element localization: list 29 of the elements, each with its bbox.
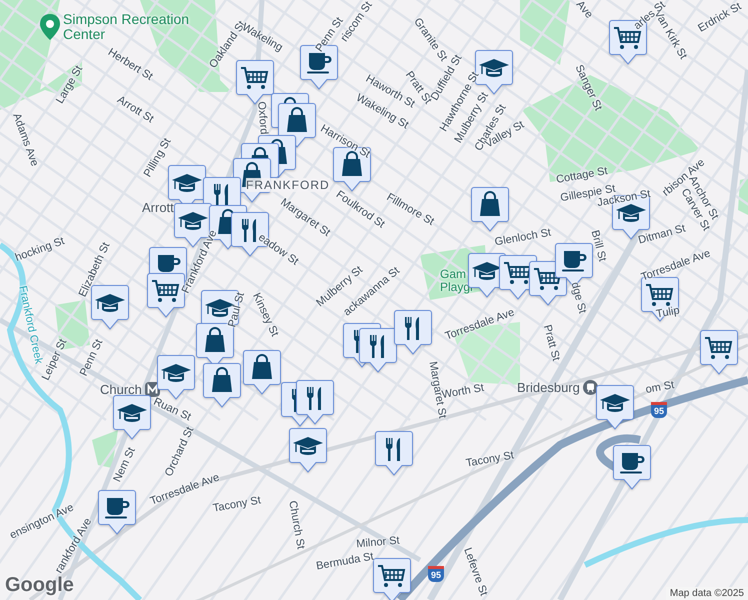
street-label: Penn St <box>78 338 106 378</box>
place-label: Bridesburg <box>517 380 580 395</box>
place-label: Arrott <box>142 200 174 215</box>
street-label: Lefevre St <box>461 546 489 598</box>
street-label: Adams Ave <box>10 112 40 168</box>
street-label: Tacony St <box>465 450 515 470</box>
street-label: Tacony St <box>212 495 262 515</box>
street-label: Ditman St <box>637 223 687 247</box>
street-label: Ruan St <box>152 396 192 424</box>
street-label: Paul St <box>227 291 247 329</box>
street-label: Milnor St <box>356 536 400 550</box>
highway-shield: 95 <box>651 402 667 418</box>
street-label: Ave <box>574 0 594 21</box>
street-label: Glenloch St <box>494 228 552 248</box>
google-logo: Google <box>5 574 74 597</box>
place-label: Church <box>100 382 142 397</box>
highway-shield: 95 <box>428 566 444 582</box>
street-label: dge St <box>568 281 588 315</box>
street-label: om St <box>644 380 676 396</box>
street-label: Church St <box>286 500 306 550</box>
street-label: Tulip <box>656 306 680 320</box>
street-label: Nem St <box>112 446 138 484</box>
street-label: hocking St <box>14 236 66 264</box>
street-label: Bermuda St <box>315 552 375 572</box>
street-label: Pratt St <box>540 324 562 362</box>
street-label: Brill St <box>588 229 608 263</box>
street-label: Oxford <box>255 101 269 135</box>
street-label: Cottage St <box>555 166 609 186</box>
place-label: FRANKFORD <box>246 178 330 192</box>
